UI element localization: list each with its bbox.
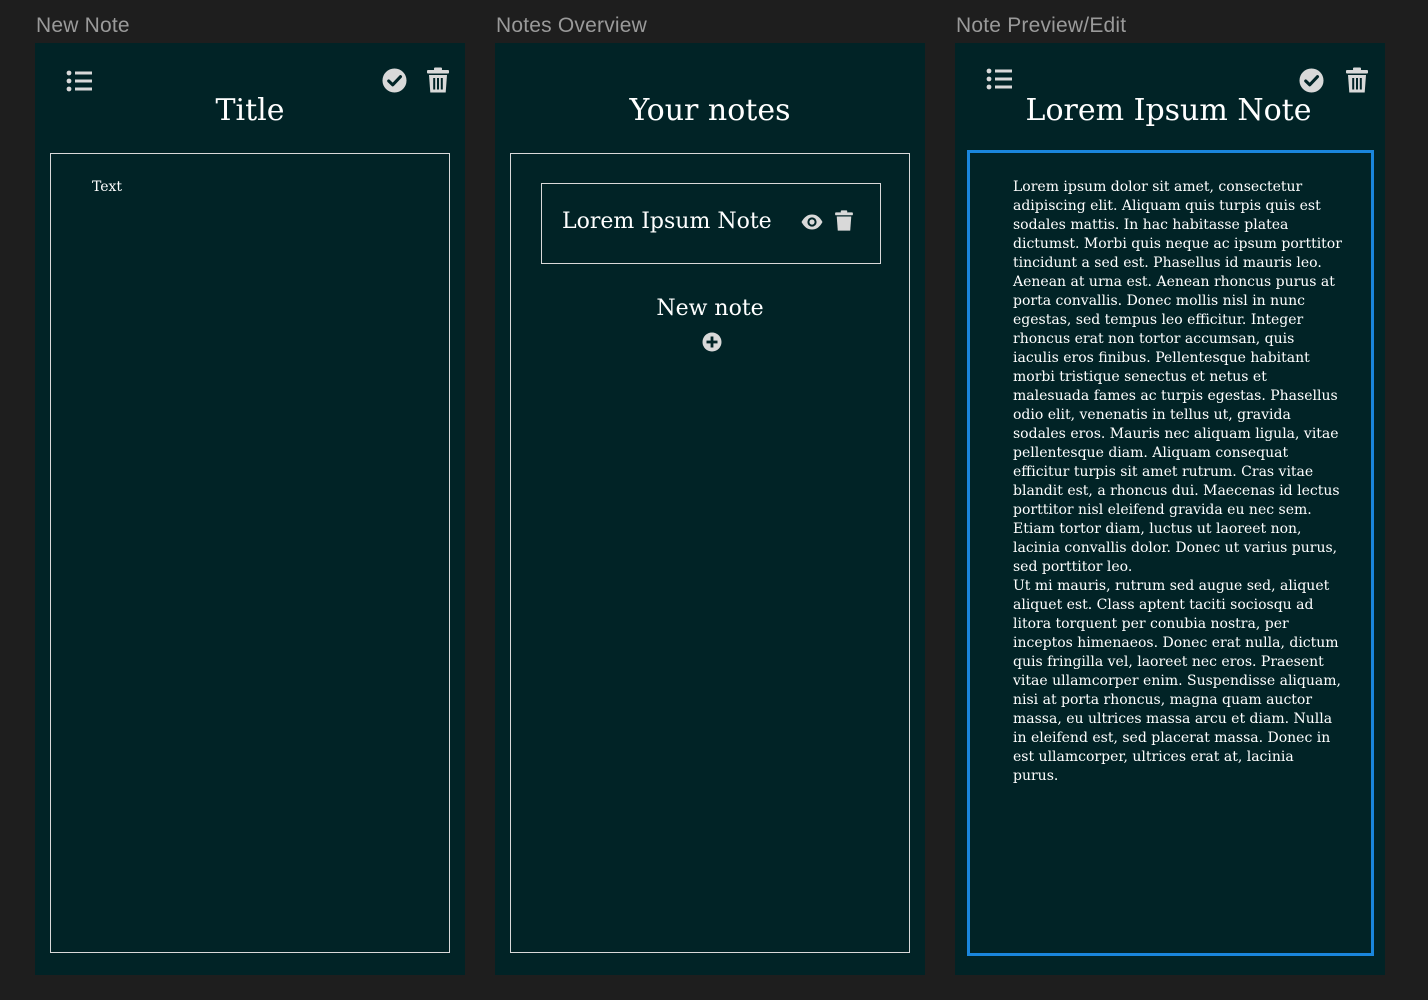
list-icon[interactable]	[66, 69, 94, 93]
trash-icon[interactable]	[835, 210, 853, 231]
list-icon[interactable]	[986, 67, 1014, 91]
note-body-editor[interactable]: Lorem ipsum dolor sit amet, consectetur …	[967, 150, 1374, 956]
check-circle-icon[interactable]	[1299, 68, 1324, 93]
note-title[interactable]: Lorem Ipsum Note	[955, 93, 1382, 128]
new-note-label[interactable]: New note	[511, 296, 909, 321]
frame-label-new-note: New Note	[36, 14, 130, 37]
note-text-area[interactable]: Text	[50, 153, 450, 953]
note-title-field[interactable]: Title	[35, 93, 465, 128]
notes-list: Lorem Ipsum Note New note	[510, 153, 910, 953]
text-placeholder: Text	[92, 179, 123, 195]
note-card[interactable]: Lorem Ipsum Note	[541, 183, 881, 264]
eye-icon[interactable]	[801, 214, 823, 230]
check-circle-icon[interactable]	[382, 68, 407, 93]
frame-label-notes-overview: Notes Overview	[496, 14, 648, 37]
note-card-title[interactable]: Lorem Ipsum Note	[562, 209, 772, 234]
note-preview-screen: Lorem Ipsum Note Lorem ipsum dolor sit a…	[955, 43, 1385, 975]
trash-icon[interactable]	[1346, 67, 1368, 93]
trash-icon[interactable]	[427, 67, 449, 93]
frame-label-note-preview: Note Preview/Edit	[956, 14, 1127, 37]
new-note-screen: Title Text	[35, 43, 465, 975]
page-title: Your notes	[629, 93, 791, 128]
plus-circle-icon[interactable]	[702, 332, 722, 352]
note-body-text[interactable]: Lorem ipsum dolor sit amet, consectetur …	[1013, 178, 1343, 786]
notes-overview-screen: Your notes Lorem Ipsum Note New note	[495, 43, 925, 975]
